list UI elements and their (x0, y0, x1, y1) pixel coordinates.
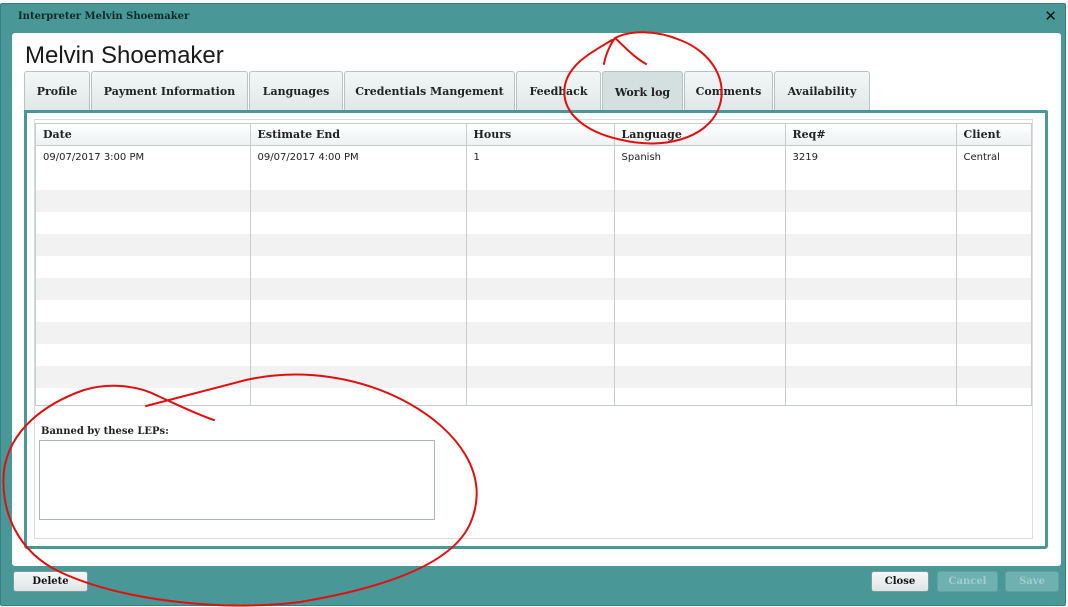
column-header-date[interactable]: Date (36, 124, 251, 146)
tab-label: Payment Information (103, 84, 236, 98)
delete-button[interactable]: Delete (13, 571, 88, 592)
table-row-empty (36, 388, 1031, 405)
column-header-client[interactable]: Client (956, 124, 1031, 146)
table-body: 09/07/2017 3:00 PM 09/07/2017 4:00 PM 1 … (36, 145, 1031, 405)
dialog-titlebar: Interpreter Melvin Shoemaker ✕ (1, 4, 1065, 30)
column-header-language[interactable]: Language (614, 124, 786, 146)
tab-label: Availability (787, 84, 857, 98)
tab-feedback[interactable]: Feedback (516, 71, 601, 110)
banned-leps-field[interactable] (39, 440, 435, 520)
tab-bar: Profile Payment Information Languages Cr… (24, 71, 871, 112)
banned-leps-label: Banned by these LEPs: (41, 426, 169, 437)
table-row[interactable]: 09/07/2017 3:00 PM 09/07/2017 4:00 PM 1 … (36, 145, 1031, 168)
table-row-empty (36, 322, 1031, 344)
table-row-empty (36, 278, 1031, 300)
work-log-grid[interactable]: Date Estimate End Hours Language Req# Cl… (35, 123, 1032, 406)
cell-client: Central (963, 151, 1000, 163)
cell-req-number: 3219 (785, 145, 957, 168)
column-header-estimate-end[interactable]: Estimate End (250, 124, 467, 146)
table-header-row: Date Estimate End Hours Language Req# Cl… (36, 124, 1031, 146)
tab-comments[interactable]: Comments (684, 71, 773, 110)
table-row-empty (36, 212, 1031, 234)
tab-label: Work log (614, 85, 671, 99)
cell-date: 09/07/2017 3:00 PM (36, 145, 251, 168)
tab-payment-information[interactable]: Payment Information (91, 71, 248, 110)
cell-language: Spanish (614, 145, 786, 168)
table-row-empty (36, 234, 1031, 256)
cell-hours: 1 (466, 145, 615, 168)
tab-label: Languages (262, 84, 330, 98)
tab-label: Credentials Mangement (355, 84, 504, 98)
work-log-table: Date Estimate End Hours Language Req# Cl… (36, 124, 1031, 405)
tab-label: Comments (695, 84, 762, 98)
interpreter-dialog: Interpreter Melvin Shoemaker ✕ Melvin Sh… (0, 3, 1066, 606)
save-button[interactable]: Save (1005, 571, 1059, 592)
table-row-empty (36, 366, 1031, 388)
dialog-panel: Melvin Shoemaker Profile Payment Informa… (12, 33, 1061, 566)
column-header-req-number[interactable]: Req# (785, 124, 957, 146)
tab-profile[interactable]: Profile (24, 71, 90, 110)
cell-estimate-end: 09/07/2017 4:00 PM (250, 145, 467, 168)
work-log-panel: Date Estimate End Hours Language Req# Cl… (34, 119, 1033, 539)
table-row-empty (36, 190, 1031, 212)
dialog-title: Interpreter Melvin Shoemaker (18, 11, 190, 22)
tab-label: Feedback (529, 84, 588, 98)
table-row-empty (36, 344, 1031, 366)
tab-availability[interactable]: Availability (774, 71, 870, 110)
tab-credentials-mangement[interactable]: Credentials Mangement (344, 71, 515, 110)
tab-languages[interactable]: Languages (249, 71, 343, 110)
table-row-empty (36, 168, 1031, 190)
table-row-empty (36, 256, 1031, 278)
column-header-hours[interactable]: Hours (466, 124, 615, 146)
tab-work-log[interactable]: Work log (602, 71, 683, 112)
table-row-empty (36, 300, 1031, 322)
page-title: Melvin Shoemaker (25, 42, 224, 69)
tab-label: Profile (36, 84, 78, 98)
tab-content-frame: Date Estimate End Hours Language Req# Cl… (24, 110, 1048, 549)
close-button[interactable]: Close (871, 571, 929, 592)
cancel-button[interactable]: Cancel (937, 571, 998, 592)
close-icon[interactable]: ✕ (1044, 7, 1057, 25)
